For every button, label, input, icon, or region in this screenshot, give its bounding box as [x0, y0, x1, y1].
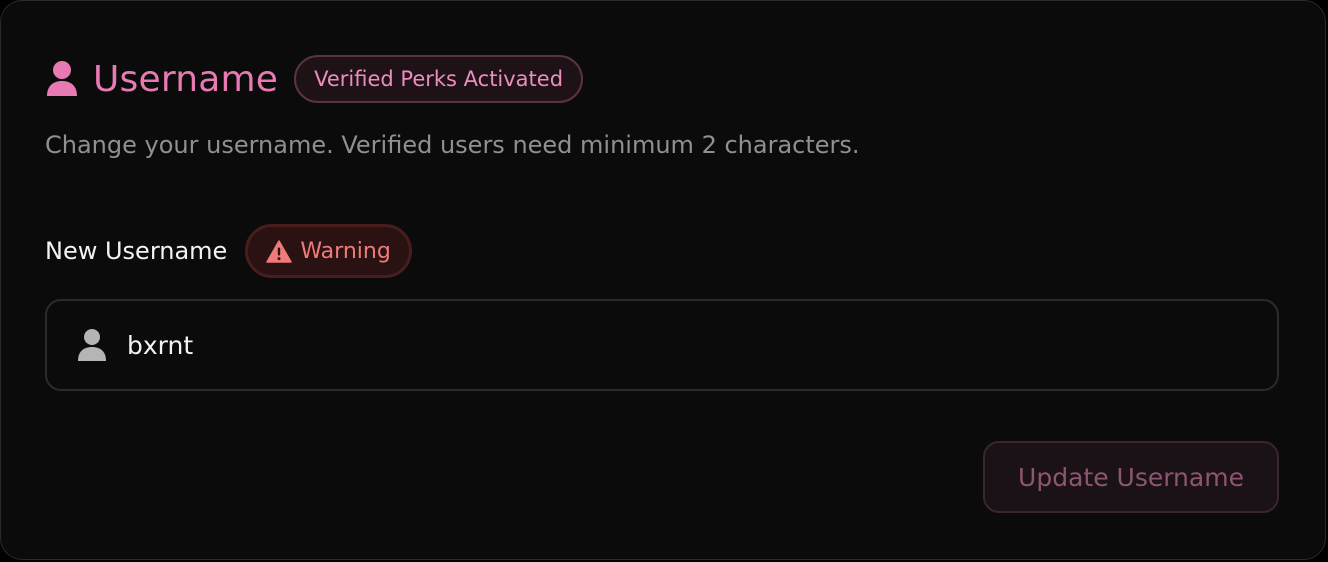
- username-input-container[interactable]: [45, 299, 1279, 391]
- section-header: Username Verified Perks Activated: [45, 53, 584, 105]
- warning-badge: Warning: [245, 224, 412, 278]
- warning-triangle-icon: [266, 239, 293, 263]
- verified-perks-badge: Verified Perks Activated: [294, 55, 584, 103]
- section-description: Change your username. Verified users nee…: [45, 131, 860, 159]
- username-input[interactable]: [127, 330, 1227, 360]
- warning-label: Warning: [300, 238, 391, 264]
- new-username-label: New Username: [45, 237, 228, 265]
- section-title: Username: [93, 58, 279, 100]
- user-icon: [77, 328, 107, 362]
- username-settings-card: Username Verified Perks Activated Change…: [0, 0, 1326, 560]
- update-username-button[interactable]: Update Username: [983, 441, 1279, 513]
- user-icon: [45, 59, 79, 99]
- field-label-row: New Username Warning: [45, 223, 412, 279]
